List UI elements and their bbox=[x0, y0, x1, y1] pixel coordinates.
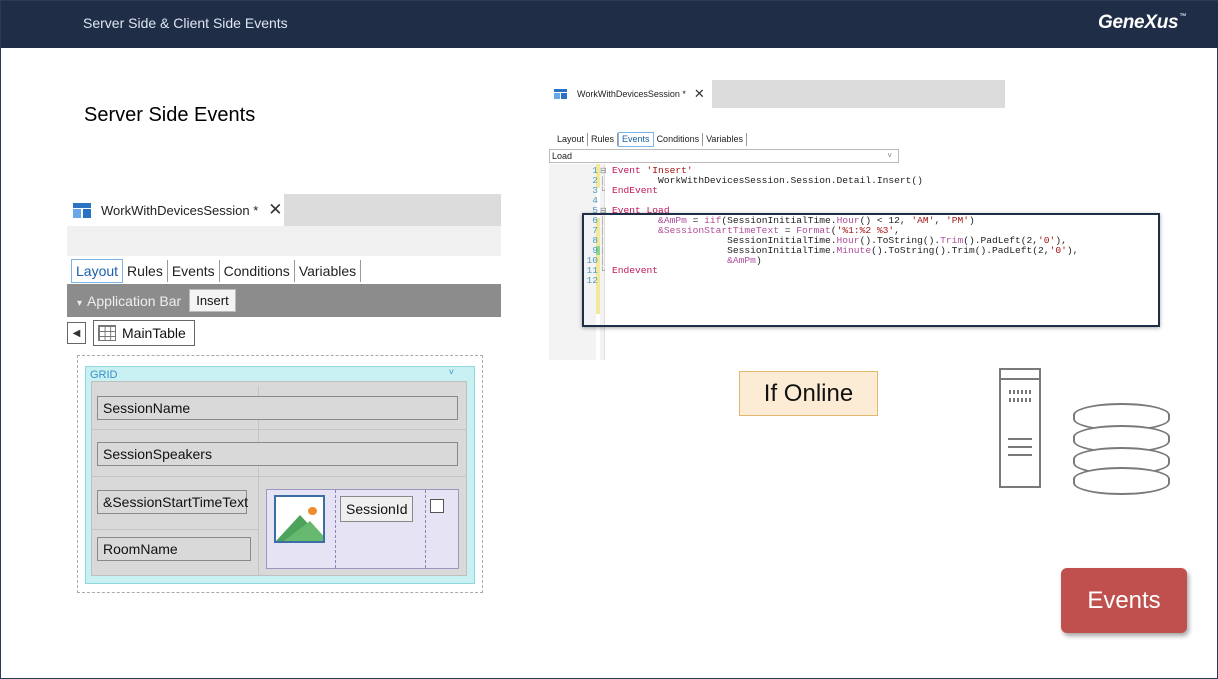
code-token: WorkWithDevicesSession.Session.Detail.In… bbox=[612, 175, 923, 186]
events-editor-doc-tab[interactable]: WorkWithDevicesSession * ✕ bbox=[549, 80, 712, 108]
free-style-separator bbox=[425, 490, 426, 568]
chevron-down-icon: ˅ bbox=[887, 151, 892, 160]
layout-editor-toolbar-strip bbox=[67, 226, 501, 256]
session-speakers-field[interactable]: SessionSpeakers bbox=[97, 442, 458, 466]
grid-label: GRID bbox=[90, 369, 118, 381]
layout-editor-part-tabs: Layout Rules Events Conditions Variables bbox=[71, 259, 362, 283]
session-id-field[interactable]: SessionId bbox=[340, 496, 413, 522]
back-icon[interactable]: ◀ bbox=[67, 322, 86, 344]
code-line: 3 └ EndEvent bbox=[566, 185, 1078, 197]
code-token: EndEvent bbox=[612, 185, 659, 196]
insert-button[interactable]: Insert bbox=[189, 289, 236, 312]
tab-layout[interactable]: Layout bbox=[71, 259, 124, 283]
grid-row-separator bbox=[91, 529, 258, 530]
session-name-field[interactable]: SessionName bbox=[97, 396, 458, 420]
logo-trademark: ™ bbox=[1179, 13, 1186, 20]
slide-header: Server Side & Client Side Events GeneXus… bbox=[1, 1, 1218, 48]
breadcrumb-label: MainTable bbox=[122, 325, 186, 341]
table-icon bbox=[98, 325, 116, 341]
genexus-logo: GeneXus™ bbox=[1098, 12, 1186, 34]
tab-rules[interactable]: Rules bbox=[588, 132, 619, 146]
work-with-devices-icon bbox=[73, 202, 91, 218]
database-icon bbox=[1073, 403, 1170, 495]
session-start-time-text-field[interactable]: &SessionStartTimeText bbox=[97, 490, 248, 514]
work-with-devices-icon bbox=[554, 89, 567, 99]
breadcrumb-main-table[interactable]: MainTable bbox=[93, 320, 195, 346]
close-icon[interactable]: ✕ bbox=[268, 200, 282, 220]
close-icon[interactable]: ✕ bbox=[694, 86, 705, 102]
grid-row-separator bbox=[91, 476, 467, 477]
tab-layout[interactable]: Layout bbox=[554, 132, 589, 146]
chevron-down-icon[interactable]: ˅ bbox=[449, 367, 454, 377]
if-online-note: If Online bbox=[739, 371, 878, 416]
breadcrumb: ◀ MainTable bbox=[67, 318, 195, 348]
application-bar-text: Application Bar bbox=[87, 292, 182, 309]
image-placeholder-icon[interactable] bbox=[274, 495, 325, 543]
slide-header-title: Server Side & Client Side Events bbox=[83, 15, 288, 31]
application-bar[interactable]: ▾ Application Bar Insert bbox=[67, 284, 501, 317]
server-icon bbox=[999, 368, 1041, 488]
event-dropdown-value: Load bbox=[552, 151, 573, 161]
events-editor-part-tabs: Layout Rules Events Conditions Variables bbox=[554, 131, 747, 147]
tab-rules[interactable]: Rules bbox=[123, 260, 168, 282]
events-badge: Events bbox=[1061, 568, 1187, 633]
tab-conditions[interactable]: Conditions bbox=[220, 260, 295, 282]
tab-variables[interactable]: Variables bbox=[703, 132, 747, 146]
slide-heading: Server Side Events bbox=[84, 104, 256, 126]
grid-row-separator bbox=[91, 429, 467, 430]
free-style-separator bbox=[335, 490, 336, 568]
tab-events[interactable]: Events bbox=[168, 260, 220, 282]
slide: Server Side & Client Side Events GeneXus… bbox=[0, 0, 1218, 679]
tab-events[interactable]: Events bbox=[618, 131, 654, 147]
tab-conditions[interactable]: Conditions bbox=[654, 132, 704, 146]
event-dropdown[interactable]: Load ˅ bbox=[549, 149, 899, 163]
logo-text: GeneXus bbox=[1098, 12, 1179, 33]
room-name-field[interactable]: RoomName bbox=[97, 537, 251, 561]
chevron-down-icon: ▾ bbox=[77, 297, 83, 309]
application-bar-label: ▾ Application Bar bbox=[77, 293, 181, 309]
layout-editor-doc-tab[interactable]: WorkWithDevicesSession * ✕ bbox=[67, 194, 284, 226]
events-editor-doc-tab-label: WorkWithDevicesSession * bbox=[577, 89, 686, 99]
load-event-highlight bbox=[582, 213, 1160, 327]
layout-editor-doc-tab-label: WorkWithDevicesSession * bbox=[101, 202, 259, 218]
checkbox[interactable] bbox=[430, 499, 444, 513]
tab-variables[interactable]: Variables bbox=[295, 260, 362, 282]
